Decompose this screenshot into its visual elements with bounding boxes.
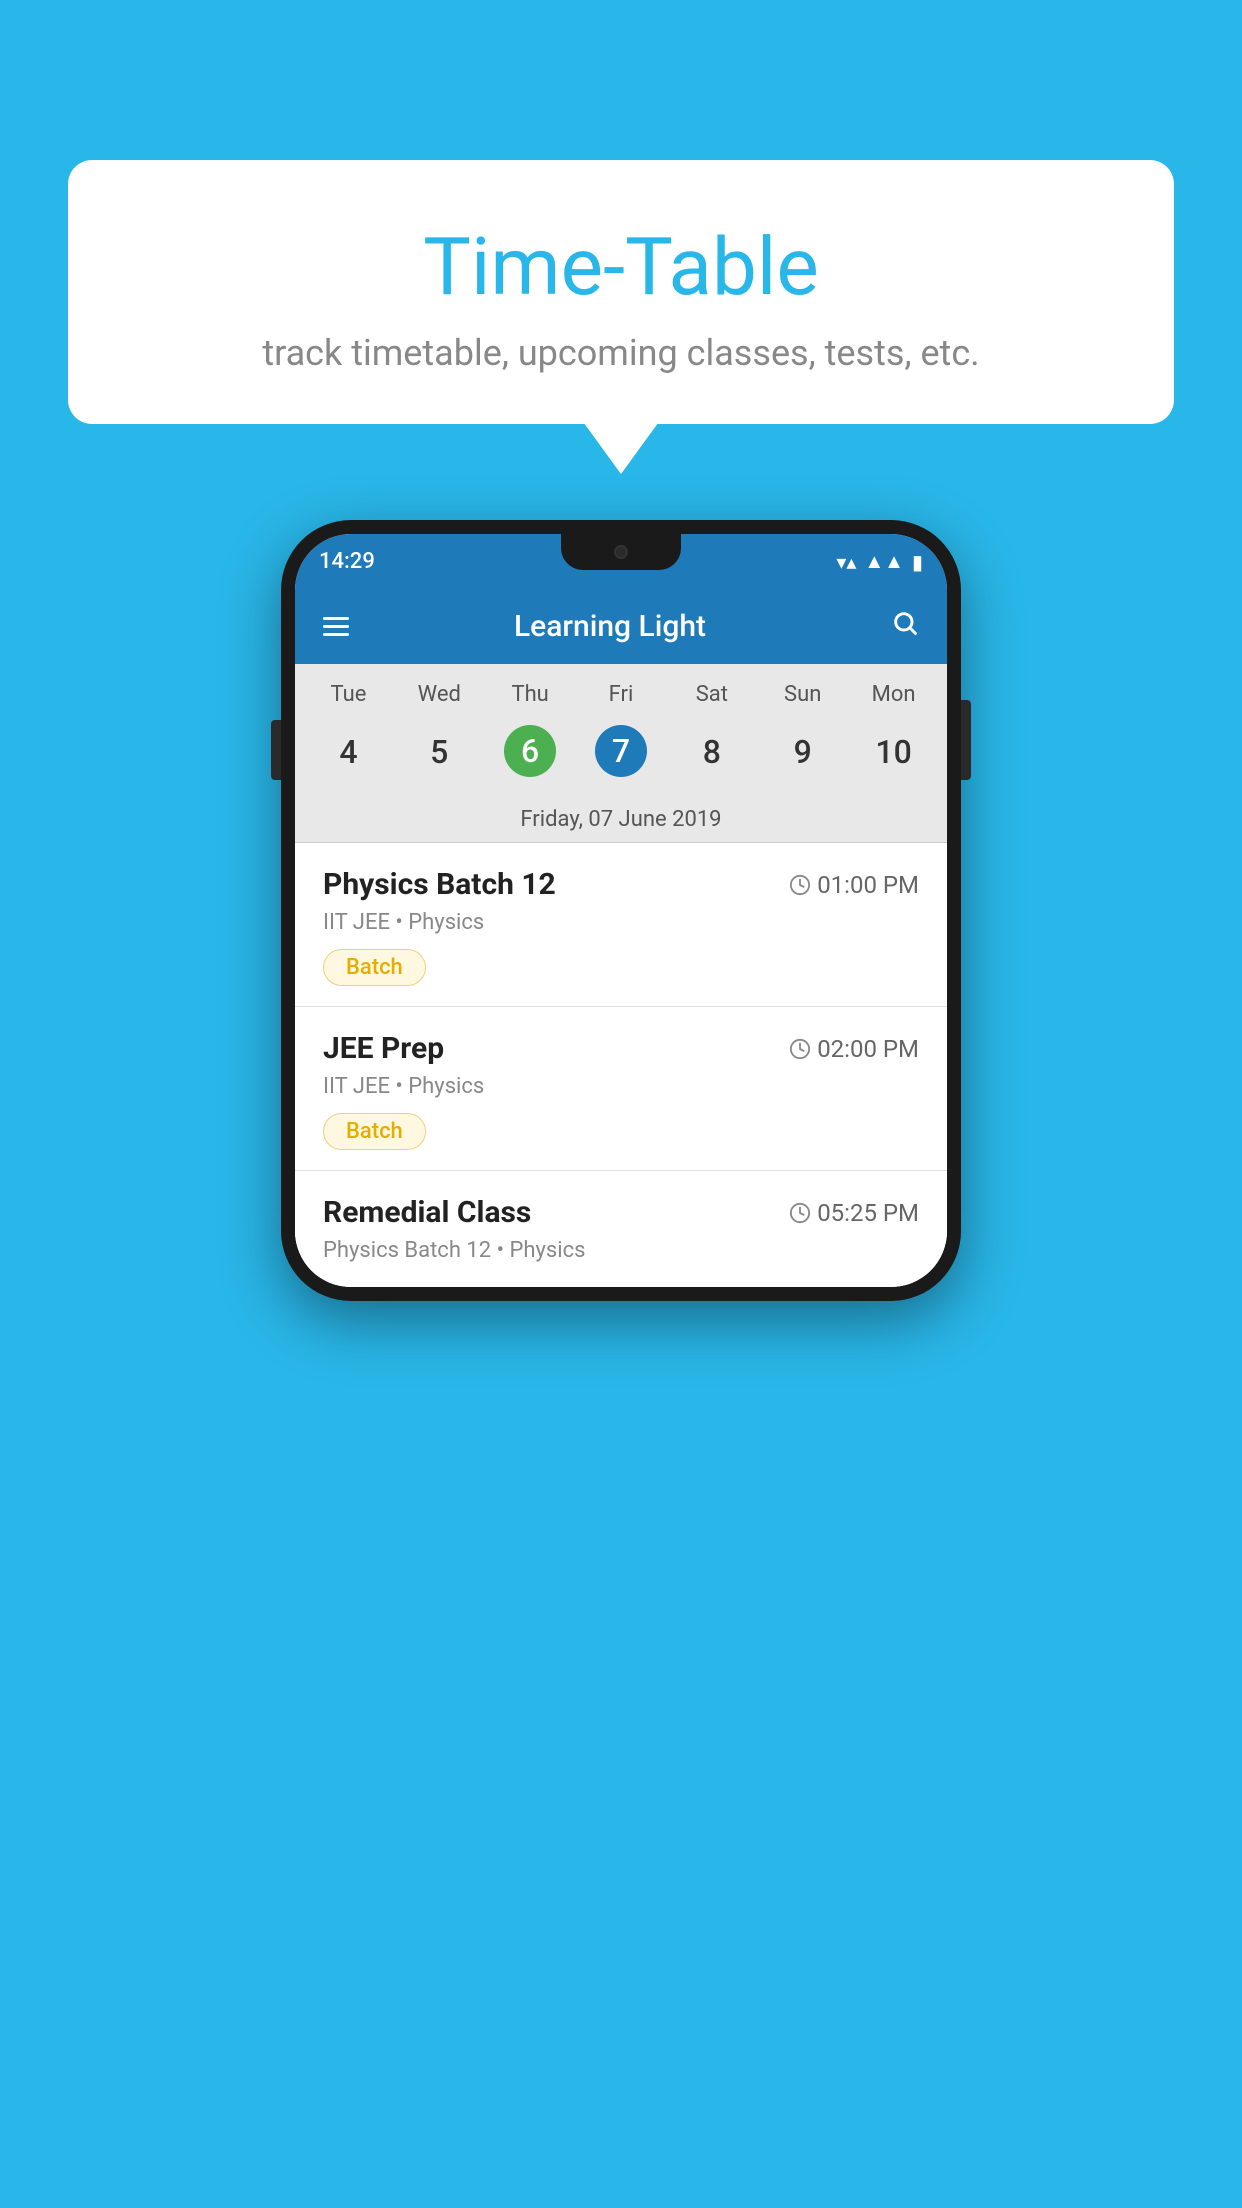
app-title: Learning Light	[329, 609, 891, 644]
search-button[interactable]	[891, 609, 919, 644]
date-9[interactable]: 9	[757, 725, 848, 779]
date-5[interactable]: 5	[394, 725, 485, 779]
day-wed: Wed	[394, 682, 485, 707]
schedule-time-1: 01:00 PM	[789, 871, 919, 899]
batch-badge-1: Batch	[323, 949, 426, 986]
days-row: Tue Wed Thu Fri Sat Sun Mon	[295, 664, 947, 717]
bubble-subtitle: track timetable, upcoming classes, tests…	[108, 332, 1134, 374]
day-tue: Tue	[303, 682, 394, 707]
clock-icon-1	[789, 874, 811, 896]
batch-badge-2: Batch	[323, 1113, 426, 1150]
date-7-selected[interactable]: 7	[595, 725, 647, 777]
schedule-subject-2: IIT JEE • Physics	[323, 1074, 919, 1099]
schedule-item-1[interactable]: Physics Batch 12 01:00 PM IIT JEE • Phys…	[295, 843, 947, 1007]
date-8[interactable]: 8	[666, 725, 757, 779]
phone-device: 14:29 ▾▴ ▲▲ ▮ Learning Light	[281, 520, 961, 1301]
day-sat: Sat	[666, 682, 757, 707]
day-sun: Sun	[757, 682, 848, 707]
schedule-time-3: 05:25 PM	[789, 1199, 919, 1227]
speech-bubble: Time-Table track timetable, upcoming cla…	[68, 160, 1174, 424]
clock-icon-2	[789, 1038, 811, 1060]
phone-outer: 14:29 ▾▴ ▲▲ ▮ Learning Light	[281, 520, 961, 1301]
clock-icon-3	[789, 1202, 811, 1224]
date-10[interactable]: 10	[848, 725, 939, 779]
phone-screen: 14:29 ▾▴ ▲▲ ▮ Learning Light	[295, 534, 947, 1287]
schedule-item-3[interactable]: Remedial Class 05:25 PM Physics Batch 12…	[295, 1171, 947, 1287]
day-fri: Fri	[576, 682, 667, 707]
signal-icon: ▲▲	[864, 549, 904, 574]
phone-notch	[561, 534, 681, 570]
schedule-item-2[interactable]: JEE Prep 02:00 PM IIT JEE • Physics Batc…	[295, 1007, 947, 1171]
camera-dot	[614, 545, 628, 559]
schedule-time-2: 02:00 PM	[789, 1035, 919, 1063]
dates-row: 4 5 6 7 8 9 10	[295, 717, 947, 797]
date-6-today[interactable]: 6	[504, 725, 556, 777]
schedule-subject-1: IIT JEE • Physics	[323, 910, 919, 935]
day-thu: Thu	[485, 682, 576, 707]
schedule-list: Physics Batch 12 01:00 PM IIT JEE • Phys…	[295, 843, 947, 1287]
day-mon: Mon	[848, 682, 939, 707]
calendar-section: Tue Wed Thu Fri Sat Sun Mon 4 5 6 7 8 9 …	[295, 664, 947, 843]
schedule-title-1: Physics Batch 12	[323, 867, 556, 902]
schedule-item-3-header: Remedial Class 05:25 PM	[323, 1195, 919, 1230]
schedule-title-3: Remedial Class	[323, 1195, 531, 1230]
status-time: 14:29	[319, 549, 375, 574]
schedule-item-2-header: JEE Prep 02:00 PM	[323, 1031, 919, 1066]
schedule-subject-3: Physics Batch 12 • Physics	[323, 1238, 919, 1263]
status-icons: ▾▴ ▲▲ ▮	[836, 549, 923, 574]
status-bar: 14:29 ▾▴ ▲▲ ▮	[295, 534, 947, 589]
battery-icon: ▮	[912, 550, 923, 574]
bubble-title: Time-Table	[108, 220, 1134, 314]
wifi-icon: ▾▴	[836, 550, 856, 574]
schedule-item-1-header: Physics Batch 12 01:00 PM	[323, 867, 919, 902]
date-4[interactable]: 4	[303, 725, 394, 779]
schedule-title-2: JEE Prep	[323, 1031, 444, 1066]
speech-bubble-container: Time-Table track timetable, upcoming cla…	[68, 160, 1174, 424]
selected-date-label: Friday, 07 June 2019	[295, 797, 947, 843]
app-bar: Learning Light	[295, 589, 947, 664]
